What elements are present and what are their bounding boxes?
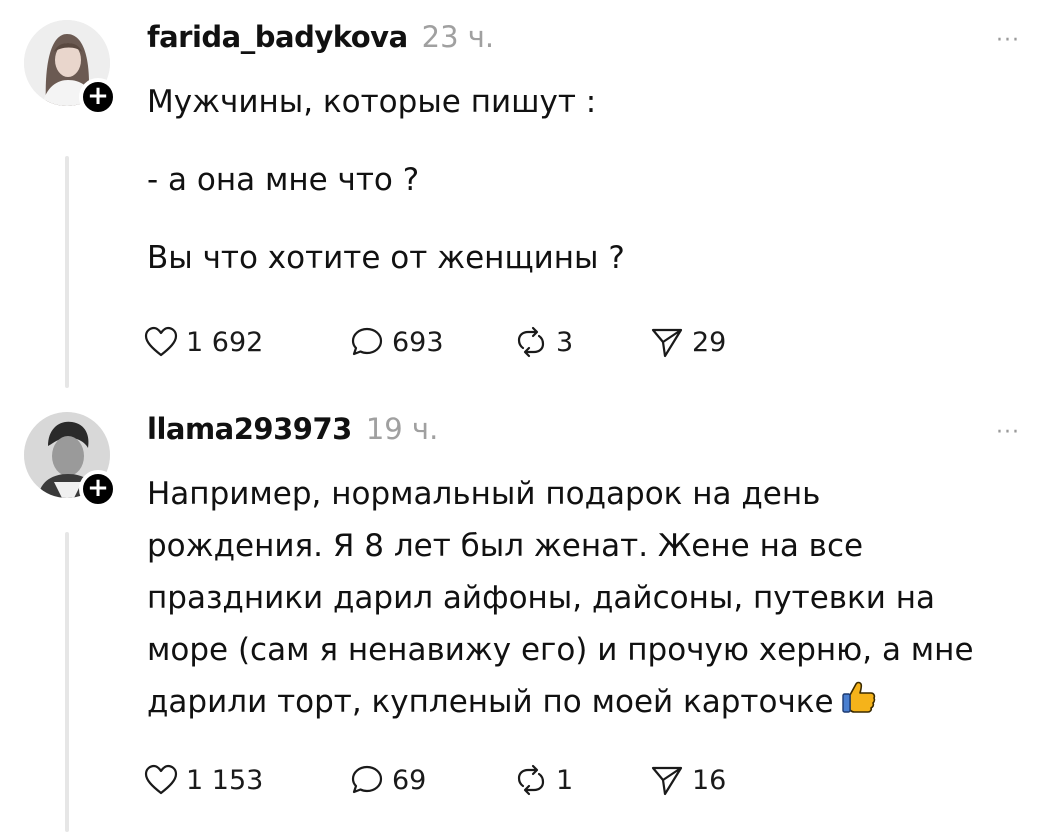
share-icon [650,326,684,358]
comment-icon [350,326,384,358]
post: + llama293973 19 ч. ··· Например, нормал… [0,392,1056,838]
post-text-line: Вы что хотите от женщины ? [147,240,625,276]
reply-button[interactable]: 69 [350,764,514,796]
share-count: 16 [692,764,727,796]
repost-icon [514,764,548,796]
timestamp[interactable]: 19 ч. [366,412,438,446]
post-header: llama293973 19 ч. [147,412,438,456]
post-text: Например, нормальный подарок на день рож… [147,468,1027,730]
repost-count: 3 [556,326,574,358]
post: + farida_badykova 23 ч. ··· Мужчины, кот… [0,0,1056,390]
thumbs-up-emoji [840,678,878,730]
share-button[interactable]: 29 [650,326,770,358]
like-count: 1 692 [186,326,264,358]
follow-plus-icon[interactable]: + [79,78,117,116]
username[interactable]: llama293973 [147,412,352,446]
timestamp[interactable]: 23 ч. [422,20,494,54]
action-bar: 1 692 693 3 29 [144,322,770,362]
heart-icon [144,326,178,358]
more-icon[interactable]: ··· [996,420,1020,445]
username[interactable]: farida_badykova [147,20,408,54]
thread-line [65,156,69,388]
reply-count: 693 [392,326,444,358]
share-button[interactable]: 16 [650,764,770,796]
reply-button[interactable]: 693 [350,326,514,358]
follow-plus-icon[interactable]: + [79,470,117,508]
like-button[interactable]: 1 692 [144,326,350,358]
like-button[interactable]: 1 153 [144,764,350,796]
like-count: 1 153 [186,764,264,796]
share-icon [650,764,684,796]
repost-button[interactable]: 3 [514,326,650,358]
repost-button[interactable]: 1 [514,764,650,796]
repost-count: 1 [556,764,574,796]
post-header: farida_badykova 23 ч. [147,20,494,64]
heart-icon [144,764,178,796]
comment-icon [350,764,384,796]
more-icon[interactable]: ··· [996,28,1020,53]
action-bar: 1 153 69 1 16 [144,760,770,800]
thread-line [65,532,69,832]
post-text-line: Мужчины, которые пишут : [147,84,597,120]
reply-count: 69 [392,764,427,796]
share-count: 29 [692,326,727,358]
repost-icon [514,326,548,358]
post-text-line: - а она мне что ? [147,162,420,198]
